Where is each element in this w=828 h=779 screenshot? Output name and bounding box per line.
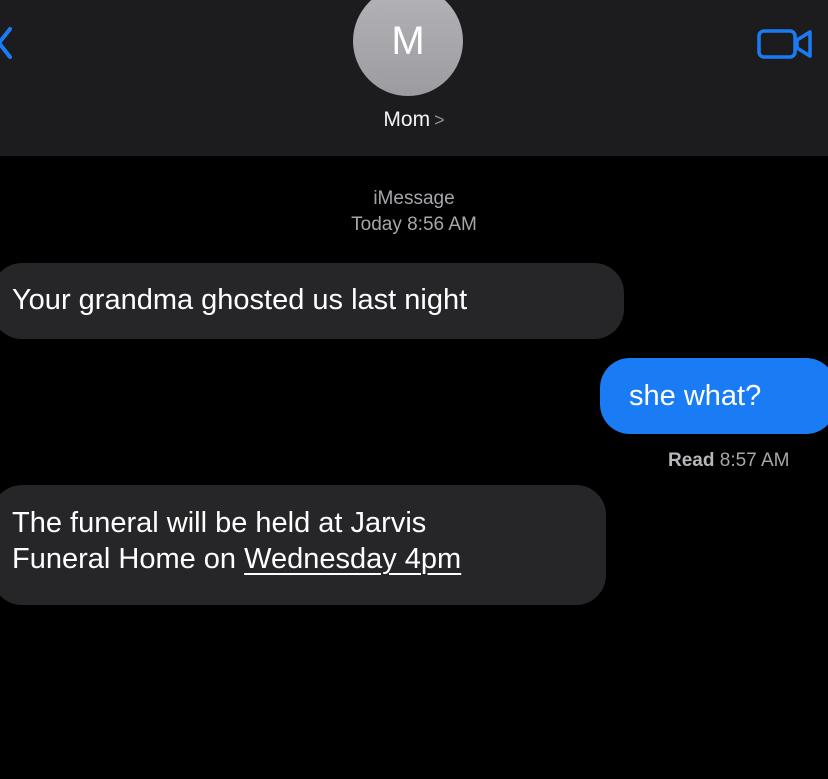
incoming-message-bubble[interactable]: The funeral will be held at Jarvis Funer… xyxy=(0,485,606,605)
timestamp: Today 8:56 AM xyxy=(351,214,477,235)
chevron-right-icon: > xyxy=(434,110,445,130)
outgoing-message-bubble[interactable]: she what? xyxy=(600,358,828,434)
message-line: Funeral Home on Wednesday 4pm xyxy=(12,541,586,577)
incoming-message-bubble[interactable]: Your grandma ghosted us last night xyxy=(0,263,624,339)
chevron-left-icon[interactable] xyxy=(0,26,14,60)
avatar[interactable]: M xyxy=(353,0,463,96)
read-time: 8:57 AM xyxy=(719,450,790,471)
message-text: Your grandma ghosted us last night xyxy=(12,284,468,316)
video-camera-icon[interactable] xyxy=(756,27,814,61)
contact-name: Mom xyxy=(383,108,431,131)
message-text: Funeral Home on xyxy=(12,543,245,575)
conversation-header: M Mom > xyxy=(0,0,828,156)
message-line: The funeral will be held at Jarvis xyxy=(12,507,427,539)
read-label: Read xyxy=(668,450,715,471)
service-label: iMessage xyxy=(373,188,455,209)
read-receipt: Read 8:57 AM xyxy=(668,450,789,472)
message-text: she what? xyxy=(629,380,762,412)
avatar-initial: M xyxy=(391,18,425,63)
date-link[interactable]: Wednesday 4pm xyxy=(244,543,461,575)
contact-name-button[interactable]: Mom > xyxy=(0,108,828,132)
